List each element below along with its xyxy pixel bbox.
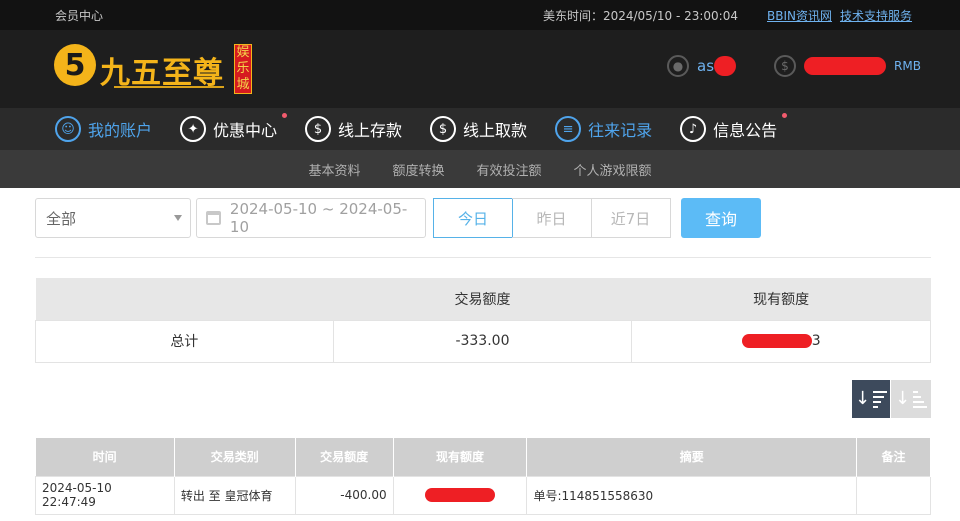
gift-icon: ✦ — [180, 116, 207, 142]
nav-records[interactable]: ≡ 往来记录 — [555, 116, 652, 142]
col-time: 时间 — [35, 438, 175, 476]
dollar-icon: $ — [774, 55, 796, 77]
calendar-icon — [206, 211, 221, 225]
top-bar: 会员中心 美东时间：2024/05/10 - 23:00:04 BBIN资讯网 … — [0, 0, 960, 30]
row-summary: 单号:114851558630 — [526, 475, 858, 515]
nav-deposit[interactable]: $ 线上存款 — [305, 116, 402, 142]
sub-nav: 基本资料 额度转换 有效投注额 个人游戏限额 — [0, 150, 960, 188]
col-type: 交易类别 — [174, 438, 296, 476]
summary-header-empty — [35, 278, 334, 320]
sort-asc-button[interactable]: ↓ — [891, 380, 931, 418]
summary-header-current: 现有额度 — [631, 278, 931, 320]
row-current-redaction — [425, 488, 496, 503]
site-header: 5 九五至尊 娱乐城 ● as $ RMB — [0, 30, 960, 108]
nav-withdraw[interactable]: $ 线上取款 — [430, 116, 527, 142]
balance-currency: RMB — [894, 59, 921, 73]
nav-label: 线上取款 — [463, 121, 528, 140]
date-range-input[interactable]: 2024-05-10 ~ 2024-05-10 — [196, 198, 426, 238]
username: as — [697, 57, 715, 75]
summary-trade-value: -333.00 — [332, 319, 633, 363]
logo-tag: 娱乐城 — [234, 44, 252, 94]
username-redaction — [714, 56, 737, 76]
main-nav: ☺ 我的账户 ✦ 优惠中心 $ 线上存款 $ 线上取款 ≡ 往来记录 ♪ 信息公… — [0, 108, 960, 150]
bbin-news-link[interactable]: BBIN资讯网 — [767, 7, 832, 24]
nav-label: 线上存款 — [338, 121, 403, 140]
site-logo[interactable]: 5 九五至尊 娱乐城 — [54, 40, 254, 96]
subnav-transfer[interactable]: 额度转换 — [392, 160, 444, 179]
row-time: 2024-05-10 22:47:49 — [35, 475, 175, 515]
header-balance: $ RMB — [774, 55, 921, 77]
today-button[interactable]: 今日 — [433, 198, 513, 238]
tech-support-link[interactable]: 技术支持服务 — [840, 7, 912, 24]
current-redaction — [741, 334, 812, 348]
subnav-game-limits[interactable]: 个人游戏限额 — [574, 160, 652, 179]
server-time: 美东时间：2024/05/10 - 23:00:04 — [542, 8, 738, 23]
detail-table: 时间 交易类别 交易额度 现有额度 摘要 备注 2024-05-10 22:47… — [35, 438, 931, 515]
bell-icon: ♪ — [680, 116, 707, 142]
sort-asc-icon: ↓ — [895, 390, 928, 408]
row-type: 转出 至 皇冠体育 — [173, 475, 296, 515]
logo-flourish — [114, 86, 224, 90]
col-current: 现有额度 — [393, 438, 528, 476]
record-icon: ≡ — [555, 116, 582, 142]
last-7-days-button[interactable]: 近7日 — [591, 198, 671, 238]
col-amount: 交易额度 — [295, 438, 394, 476]
summary-table: 交易额度 现有额度 总计 -333.00 3 — [35, 278, 931, 363]
nav-label: 优惠中心 — [213, 121, 278, 140]
divider — [35, 257, 931, 258]
nav-promotions[interactable]: ✦ 优惠中心 — [180, 113, 288, 142]
subnav-basic-info[interactable]: 基本资料 — [308, 160, 360, 179]
col-summary: 摘要 — [526, 438, 858, 476]
type-select[interactable]: 全部 — [35, 198, 191, 238]
current-tail: 3 — [811, 333, 821, 349]
notification-dot — [782, 113, 788, 118]
yesterday-button[interactable]: 昨日 — [512, 198, 592, 238]
notification-dot — [282, 113, 288, 118]
table-row: 2024-05-10 22:47:49 转出 至 皇冠体育 -400.00 单号… — [35, 475, 931, 515]
header-user[interactable]: ● as — [667, 55, 737, 77]
nav-announcements[interactable]: ♪ 信息公告 — [680, 113, 788, 142]
row-note — [856, 475, 931, 515]
type-select-value: 全部 — [46, 209, 77, 228]
nav-label: 我的账户 — [88, 121, 153, 140]
deposit-icon: $ — [305, 116, 332, 142]
query-button[interactable]: 查询 — [681, 198, 761, 238]
member-center-label: 会员中心 — [55, 8, 104, 23]
user-icon: ● — [667, 55, 689, 77]
chevron-down-icon — [174, 215, 182, 221]
sort-desc-icon: ↓ — [855, 390, 888, 408]
withdraw-icon: $ — [430, 116, 457, 142]
balance-redaction — [804, 57, 886, 75]
summary-row-label: 总计 — [35, 319, 334, 363]
date-range-value: 2024-05-10 ~ 2024-05-10 — [229, 200, 408, 236]
nav-label: 信息公告 — [713, 121, 778, 140]
nav-my-account[interactable]: ☺ 我的账户 — [55, 116, 152, 142]
filter-bar: 全部 2024-05-10 ~ 2024-05-10 今日 昨日 近7日 查询 — [35, 198, 935, 238]
row-current — [392, 475, 528, 515]
subnav-valid-bets[interactable]: 有效投注额 — [477, 160, 542, 179]
row-amount: -400.00 — [294, 475, 394, 515]
summary-current-value: 3 — [631, 319, 931, 363]
logo-mark: 5 — [54, 44, 96, 86]
summary-header-trade: 交易额度 — [333, 278, 632, 320]
col-note: 备注 — [856, 438, 931, 476]
sort-desc-button[interactable]: ↓ — [852, 380, 890, 418]
nav-label: 往来记录 — [588, 121, 653, 140]
person-icon: ☺ — [55, 116, 81, 142]
